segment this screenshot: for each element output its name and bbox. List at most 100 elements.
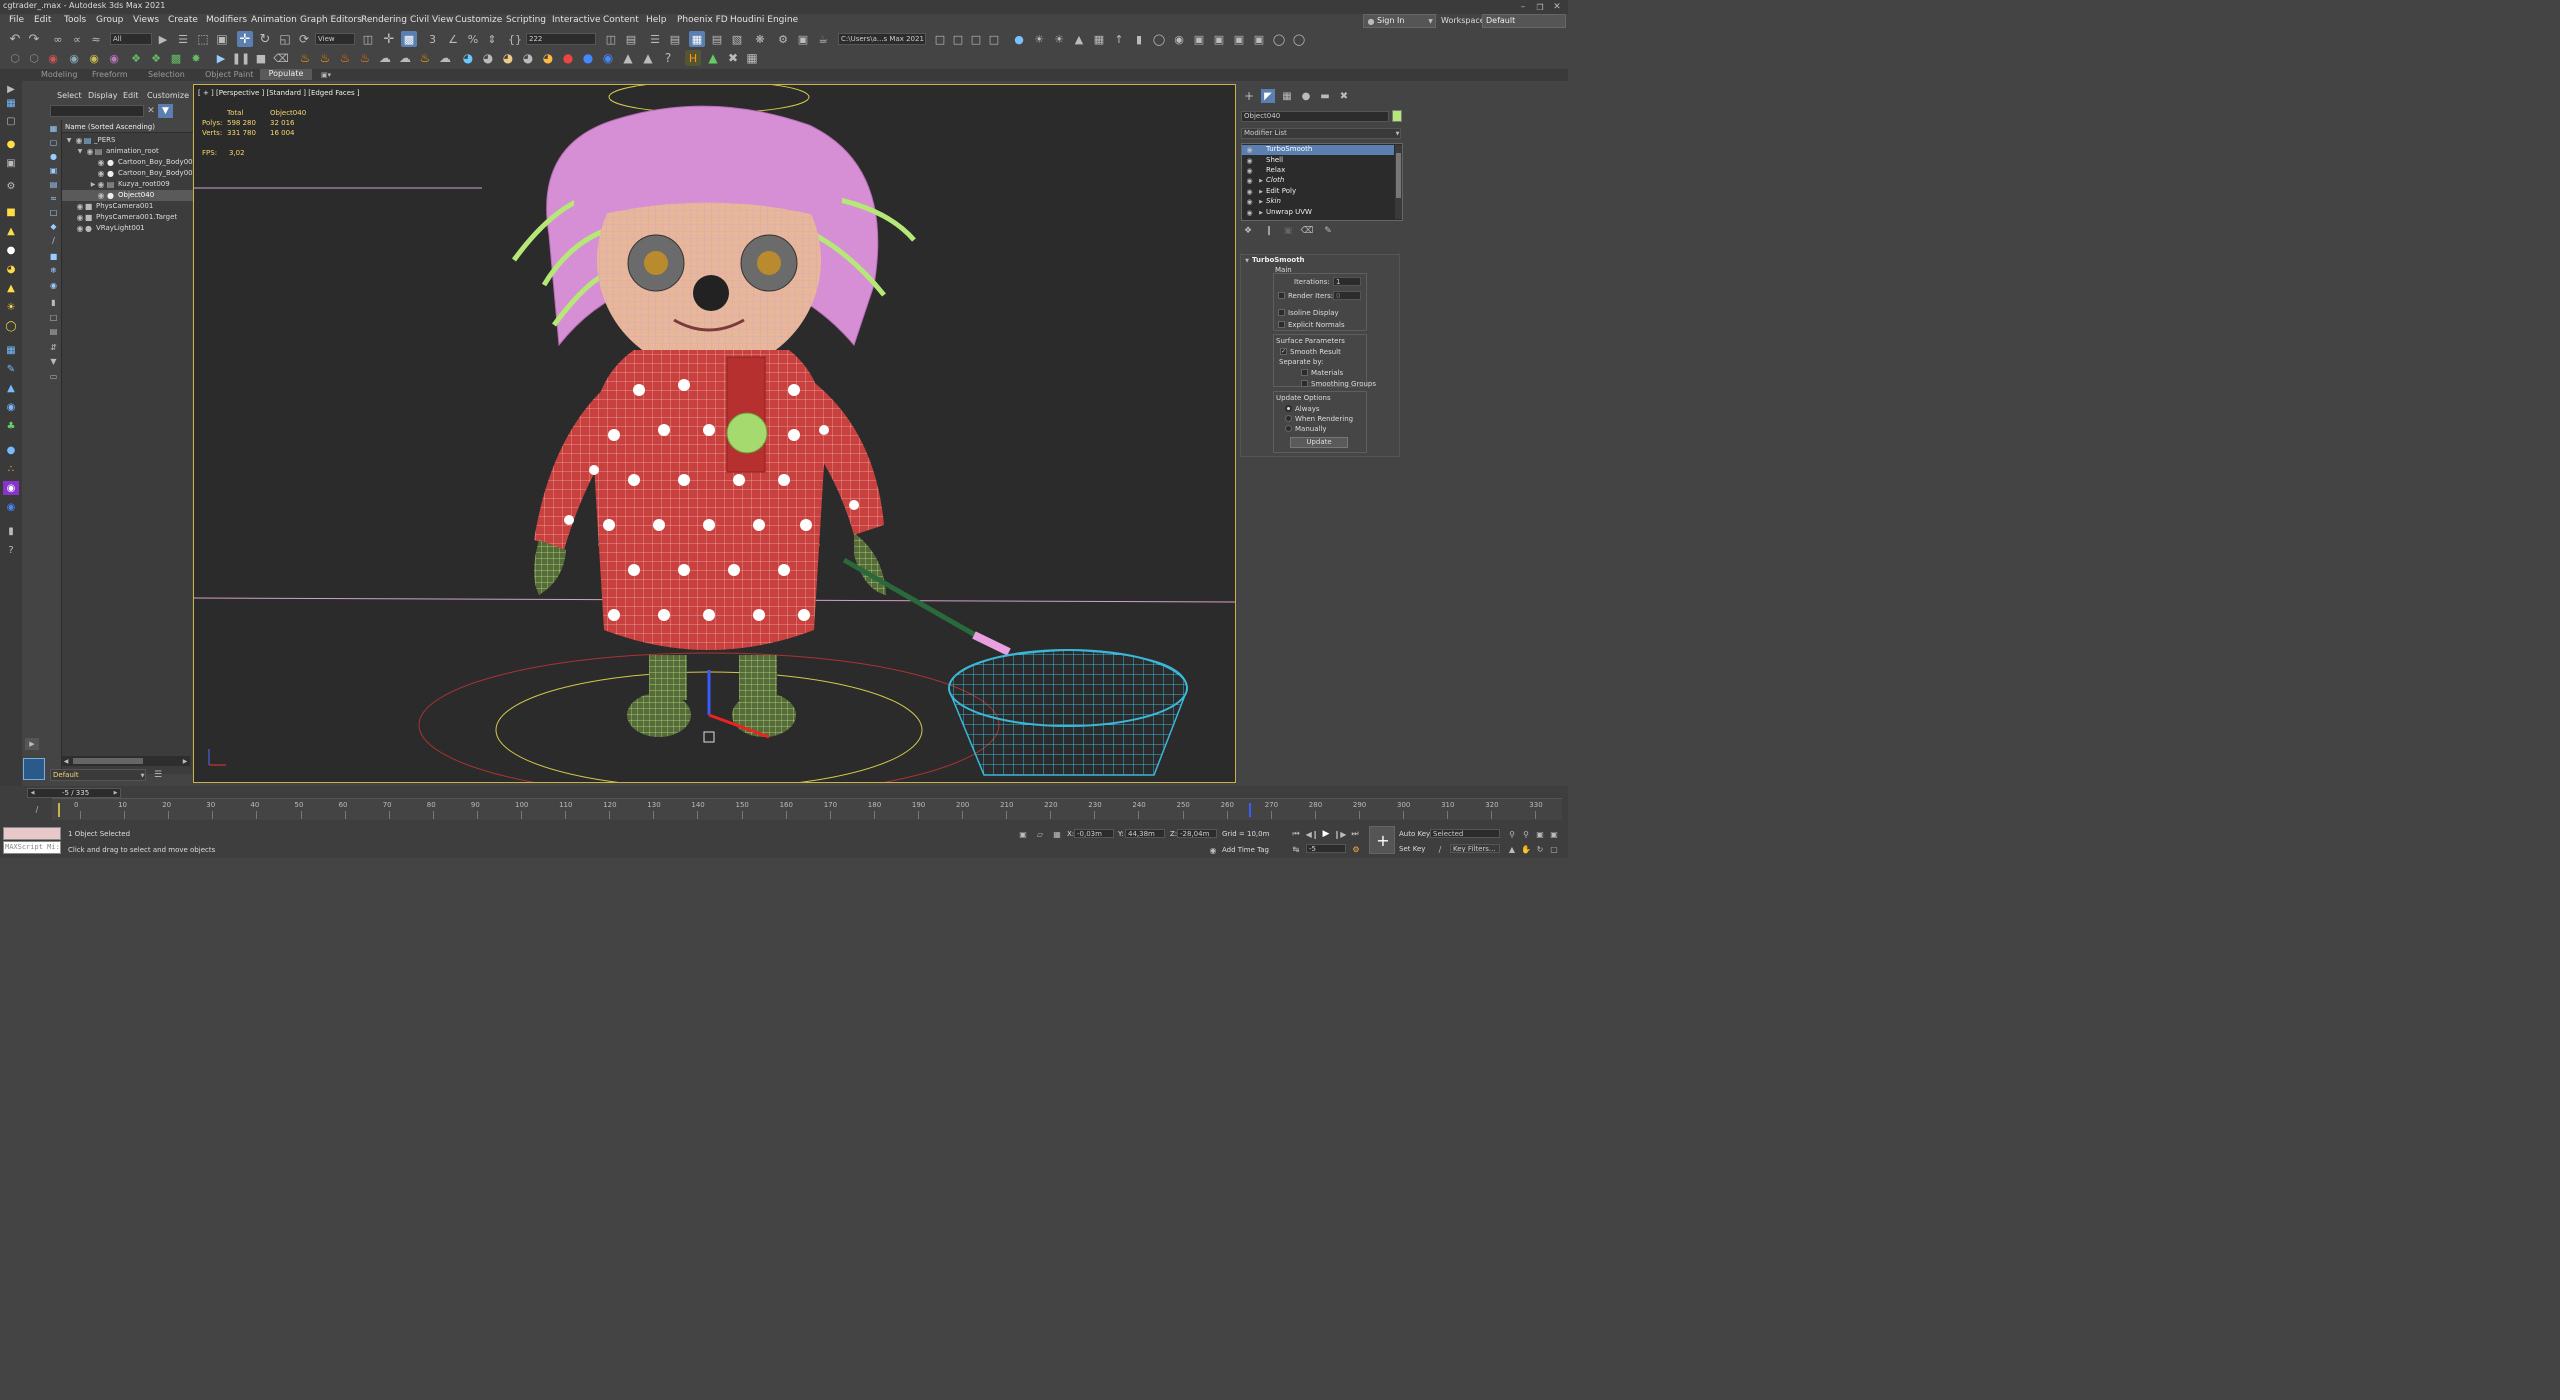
tree-row-vraylight001[interactable]: ◉ ● VRayLight001 — [62, 223, 208, 234]
add-time-tag[interactable]: Add Time Tag — [1222, 846, 1269, 854]
open-project-icon[interactable]: □ — [950, 31, 966, 47]
mirror-icon[interactable]: ◫ — [603, 31, 619, 47]
modifier-relax[interactable]: Relax — [1266, 166, 1285, 174]
materials-checkbox[interactable] — [1301, 369, 1308, 376]
select-object-icon[interactable]: ▶ — [155, 31, 171, 47]
disc-icon[interactable]: ◉ — [3, 500, 19, 514]
modifier-scrollbar[interactable] — [1395, 145, 1402, 219]
link-icon[interactable]: ∞ — [50, 31, 66, 47]
schematic-view-icon[interactable]: ▧ — [729, 31, 745, 47]
smooth-result-checkbox[interactable]: ✓ — [1280, 348, 1287, 355]
expand-arrow-icon[interactable]: ▶ — [25, 738, 39, 750]
modifier-eye-icon[interactable]: ◉ — [1245, 156, 1254, 165]
maximize-viewport-icon[interactable]: ▢ — [1548, 843, 1560, 855]
curve-editor-icon[interactable]: ▤ — [709, 31, 725, 47]
project-path-field[interactable]: C:\Users\a...s Max 2021 — [838, 33, 926, 45]
make-unique-icon[interactable]: ▣ — [1282, 225, 1294, 237]
eye-icon[interactable]: ◉ — [86, 146, 94, 156]
set-key-button[interactable]: + — [1369, 826, 1395, 854]
houdini-icon[interactable]: H — [685, 50, 701, 66]
rollout-title[interactable]: TurboSmooth — [1252, 256, 1305, 264]
layer-explorer-icon[interactable]: ▤ — [667, 31, 683, 47]
key-mode-icon[interactable]: ↹ — [1290, 843, 1302, 855]
current-frame-field[interactable]: -5 — [1306, 844, 1346, 853]
modifier-unwrap-uvw[interactable]: Unwrap UVW — [1266, 208, 1312, 216]
time-config-icon[interactable]: ⚙ — [1350, 843, 1362, 855]
explorer-search-input[interactable] — [50, 105, 144, 117]
help-circle-icon[interactable]: ? — [3, 543, 19, 557]
menu-graph-editors[interactable]: Graph Editors — [300, 15, 362, 25]
modify-tab-icon[interactable]: ◤ — [1261, 89, 1275, 103]
ship-icon[interactable]: ▲ — [640, 50, 656, 66]
eye-icon[interactable]: ◉ — [97, 179, 105, 189]
show-end-result-icon[interactable]: ❙ — [1263, 225, 1275, 237]
align-icon[interactable]: ▤ — [623, 31, 639, 47]
modifier-eye-icon[interactable]: ◉ — [1245, 187, 1254, 196]
ribbon-tab-modeling[interactable]: Modeling — [41, 70, 77, 79]
globe-icon[interactable]: ◉ — [3, 400, 19, 414]
zoom-all-icon[interactable]: ⚲ — [1520, 828, 1532, 840]
modifier-list-dropdown[interactable]: Modifier List ▼ — [1241, 128, 1401, 139]
menu-houdini-engine[interactable]: Houdini Engine — [730, 15, 798, 25]
project-folder-icon[interactable]: □ — [932, 31, 948, 47]
current-frame-marker[interactable] — [58, 803, 60, 817]
project-settings-icon[interactable]: □ — [986, 31, 1002, 47]
menu-modifiers[interactable]: Modifiers — [206, 15, 247, 25]
orbit-icon[interactable]: ↻ — [1534, 843, 1546, 855]
iterations-spinner[interactable]: 1 — [1333, 277, 1361, 286]
eye-icon[interactable]: ◉ — [97, 190, 105, 200]
modifier-skin[interactable]: Skin — [1266, 197, 1281, 205]
pan-icon[interactable]: ✋ — [1520, 843, 1532, 855]
pivot-center-icon[interactable]: ◫ — [360, 31, 376, 47]
scroll-right-icon[interactable]: ▶ — [181, 756, 189, 766]
sphere2-icon[interactable]: ● — [3, 443, 19, 457]
zoom-icon[interactable]: ⚲ — [1506, 828, 1518, 840]
explorer-menu-edit[interactable]: Edit — [123, 91, 139, 100]
cup-icon[interactable]: ◕ — [500, 50, 516, 66]
modifier-cloth[interactable]: Cloth — [1266, 176, 1284, 184]
select-and-scale-icon[interactable]: ◱ — [277, 31, 293, 47]
eye-icon[interactable]: ◉ — [97, 157, 105, 167]
selection-lock-icon[interactable]: ▱ — [1034, 828, 1046, 840]
object-color-swatch[interactable] — [1392, 110, 1402, 122]
toggle-scene-explorer-icon[interactable]: ☰ — [647, 31, 663, 47]
modifier-eye-icon[interactable]: ◉ — [1245, 176, 1254, 185]
zoom-extents-icon[interactable]: ▣ — [1534, 828, 1546, 840]
lights-icon[interactable]: ● — [3, 137, 19, 151]
toggle-ribbon-icon[interactable]: ▦ — [689, 31, 705, 47]
go-to-end-icon[interactable]: ⏭ — [1349, 828, 1361, 840]
snaps-toggle-icon[interactable]: 3 — [425, 31, 441, 47]
set-key-label[interactable]: Set Key — [1399, 845, 1425, 853]
expand-down-icon[interactable]: ▼ — [65, 135, 73, 145]
create-tab-icon[interactable]: + — [1242, 89, 1256, 103]
motion-tab-icon[interactable]: ● — [1299, 89, 1313, 103]
explorer-hscrollbar[interactable]: ◀ ▶ — [61, 756, 190, 766]
water-icon[interactable]: ◕ — [460, 50, 476, 66]
trash-icon[interactable]: ⌫ — [273, 50, 289, 66]
render-iters-spinner[interactable]: 0 — [1333, 291, 1361, 300]
always-radio[interactable] — [1285, 405, 1292, 412]
vray-mtl-icon[interactable]: ▣ — [1251, 31, 1267, 47]
select-and-place-icon[interactable]: ⟳ — [296, 31, 312, 47]
grid-objects-icon[interactable]: ▦ — [3, 343, 19, 357]
render-production-icon[interactable]: ☕ — [815, 31, 831, 47]
vray-proxy-icon[interactable]: ▦ — [1091, 31, 1107, 47]
tree-row-animation-root[interactable]: ▼ ◉ ▤ animation_root — [62, 146, 208, 157]
window-crossing-icon[interactable]: ▣ — [214, 31, 230, 47]
zoom-extents-all-icon[interactable]: ▣ — [1548, 828, 1560, 840]
plant-icon[interactable]: ♣ — [3, 419, 19, 433]
tree-row-pers[interactable]: ▼ ◉ ▤ _PERS — [62, 135, 208, 146]
bowl-icon[interactable]: ◕ — [520, 50, 536, 66]
pf-icon[interactable]: ◉ — [3, 481, 19, 495]
update-button[interactable]: Update — [1290, 437, 1348, 448]
modifier-eye-icon[interactable]: ◉ — [1245, 166, 1254, 175]
dots-icon[interactable]: ∴ — [3, 462, 19, 476]
absolute-mode-icon[interactable]: ▦ — [1051, 828, 1063, 840]
filter-funnel-toggle-icon[interactable]: ▼ — [158, 104, 173, 118]
modifier-shell[interactable]: Shell — [1266, 156, 1283, 164]
ocean-icon[interactable]: ● — [580, 50, 596, 66]
tree-row-physcamera001-target[interactable]: ◉ ■ PhysCamera001.Target — [62, 212, 208, 223]
pin-stack-icon[interactable]: ❖ — [1242, 225, 1254, 237]
explorer-menu-display[interactable]: Display — [88, 91, 118, 100]
isolate-icon[interactable]: ▣ — [1017, 828, 1029, 840]
